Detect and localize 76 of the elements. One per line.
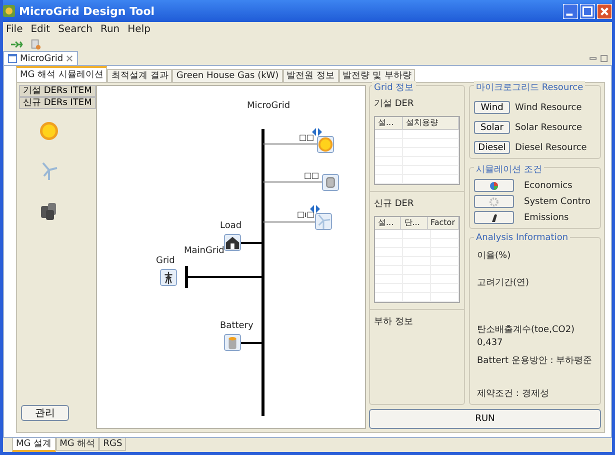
- sun-icon[interactable]: [39, 121, 59, 141]
- minimize-icon[interactable]: [563, 4, 578, 18]
- node-tag: □ı□: [297, 210, 314, 219]
- pie-chart-icon: [489, 180, 499, 190]
- palette-tab[interactable]: 기설 DERs ITEM: [19, 85, 96, 97]
- menu-item[interactable]: Edit: [30, 24, 50, 35]
- column-header[interactable]: 설...: [375, 217, 402, 229]
- menu-item[interactable]: Help: [128, 24, 150, 35]
- group-title: 시뮬레이션 조건: [474, 163, 544, 176]
- menu-item[interactable]: Run: [100, 24, 120, 35]
- bus-label: MainGrid: [184, 246, 224, 256]
- connector-line: [240, 342, 263, 344]
- node-label: Battery: [220, 321, 254, 331]
- app-icon: [3, 5, 15, 17]
- info-text: 고려기간(연): [477, 277, 530, 289]
- document-icon[interactable]: [29, 38, 42, 50]
- tab[interactable]: MG 설계: [12, 438, 56, 452]
- forward-arrows-icon[interactable]: [10, 38, 23, 50]
- bus-label: MicroGrid: [247, 101, 290, 111]
- database-icon[interactable]: [322, 174, 339, 191]
- menu-item[interactable]: Search: [58, 24, 92, 35]
- resource-label: Wind Resource: [515, 102, 582, 112]
- section-label: 부하 정보: [374, 316, 414, 328]
- barrels-icon[interactable]: [39, 201, 59, 221]
- sun-icon[interactable]: [317, 136, 334, 153]
- info-text: 탄소배출계수(toe,CO2): [477, 324, 576, 336]
- window-icon: [8, 54, 17, 63]
- tab[interactable]: 최적설계 결과: [107, 69, 172, 82]
- info-text: 제약조건 : 경제성: [477, 388, 550, 400]
- close-icon[interactable]: [66, 55, 74, 62]
- resource-label: Diesel Resource: [515, 142, 587, 152]
- resource-button[interactable]: Wind: [474, 101, 510, 114]
- window-title: MicroGrid Design Tool: [19, 4, 155, 18]
- condition-label: Economics: [524, 180, 572, 190]
- tab[interactable]: 발전량 및 부하량: [338, 69, 416, 82]
- info-text: Battert 운용방안 : 부하평준: [477, 355, 594, 367]
- condition-label: Emissions: [524, 212, 569, 222]
- connector-line: [240, 242, 263, 244]
- node-label: Grid: [156, 256, 175, 266]
- section-label: 신규 DER: [374, 198, 415, 210]
- power-tower-icon[interactable]: [160, 269, 177, 286]
- info-text: 이율(%): [477, 250, 512, 262]
- group-title: Analysis Information: [474, 233, 570, 243]
- bus-line: [185, 266, 188, 288]
- section-label: 기설 DER: [374, 98, 415, 110]
- column-header[interactable]: 단...: [401, 217, 428, 229]
- condition-label: System Contro: [524, 196, 590, 206]
- battery-icon[interactable]: [224, 334, 241, 351]
- wind-turbine-icon[interactable]: [315, 213, 332, 230]
- maximize-icon[interactable]: [600, 55, 609, 62]
- column-header[interactable]: 설...: [375, 117, 403, 129]
- tab[interactable]: MG 해석 시뮬레이션: [16, 66, 108, 82]
- house-icon[interactable]: [224, 234, 241, 251]
- tab[interactable]: MG 해석: [56, 438, 100, 451]
- minimize-icon[interactable]: [589, 55, 598, 62]
- manage-button[interactable]: 관리: [21, 405, 69, 421]
- column-header[interactable]: Factor: [428, 217, 459, 229]
- menu-item[interactable]: File: [6, 24, 23, 35]
- tab[interactable]: 발전원 정보: [282, 69, 339, 82]
- group-title: Grid 정보: [372, 81, 416, 94]
- editor-tab[interactable]: MicroGrid: [3, 51, 78, 65]
- palette-tab[interactable]: 신규 DERs ITEM: [19, 97, 96, 109]
- node-tag: □□: [304, 171, 320, 180]
- tab[interactable]: Green House Gas (kW): [172, 69, 283, 82]
- tab[interactable]: RGS: [99, 438, 126, 451]
- node-tag: □□: [299, 133, 314, 142]
- resource-button[interactable]: Solar: [474, 121, 510, 134]
- resource-label: Solar Resource: [515, 122, 582, 132]
- group-title: 마이크로그리드 Resource: [474, 81, 586, 94]
- run-button[interactable]: RUN: [369, 409, 601, 429]
- icon-button[interactable]: [474, 211, 514, 224]
- resource-button[interactable]: Diesel: [474, 141, 510, 154]
- gear-icon: [489, 196, 499, 206]
- info-text: 0,437: [477, 338, 504, 348]
- column-header[interactable]: 설치용량: [403, 117, 459, 129]
- node-label: Load: [220, 221, 242, 231]
